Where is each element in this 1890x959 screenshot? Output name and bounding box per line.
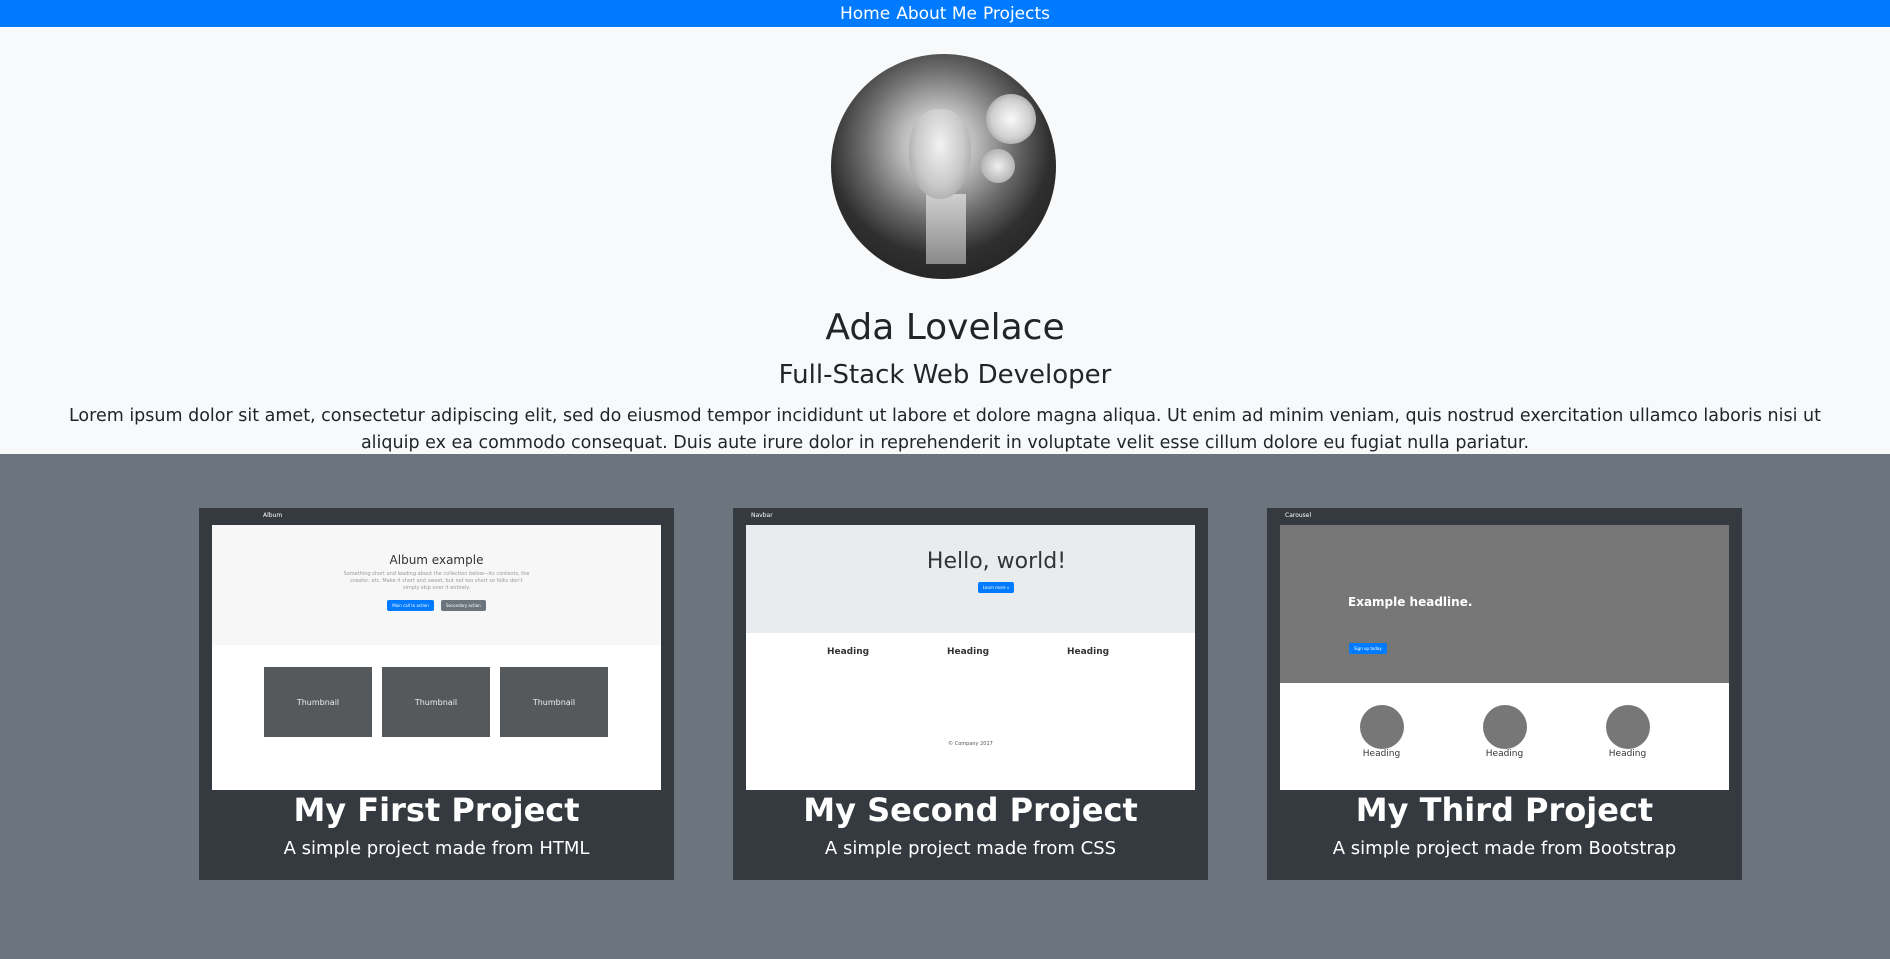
preview-carousel: Example headline. Sign up today [1280,525,1729,683]
project-subtitle: A simple project made from CSS [824,838,1117,859]
preview-topbar: Album [199,508,674,525]
preview-col-heading: Heading [1485,749,1524,759]
project-card-2[interactable]: Navbar Hello, world! Learn more » Headin… [733,508,1208,880]
preview-circles: Heading Heading Heading [1280,683,1729,759]
top-navbar: Home About Me Projects [0,0,1890,27]
preview-thumbnail: Thumbnail [264,667,372,737]
preview-heading: Hello, world! [926,549,1067,574]
preview-button: Sign up today [1349,643,1387,654]
profile-role: Full-Stack Web Developer [778,360,1112,390]
preview-text: Something short and leading about the co… [343,571,530,591]
project-1-screenshot: Album Album example Something short and … [199,508,674,790]
project-3-screenshot: Carousel Example headline. Sign up today… [1267,508,1742,790]
projects-section: Album Album example Something short and … [0,454,1890,959]
preview-columns: Heading Heading Heading [746,633,1195,671]
project-title: My Third Project [1355,791,1654,829]
preview-col-heading: Heading [1066,647,1110,657]
nav-about-link[interactable]: About Me [896,4,977,24]
preview-feature: Heading [1482,705,1527,759]
preview-jumbotron: Album example Something short and leadin… [212,525,661,645]
preview-brand: Carousel [1285,512,1312,519]
preview-brand: Album [263,512,283,519]
preview-col-heading: Heading [946,647,990,657]
preview-brand: Navbar [751,512,773,519]
preview-circle [1482,705,1527,749]
project-subtitle: A simple project made from HTML [283,838,590,859]
preview-jumbotron: Hello, world! Learn more » [746,525,1195,633]
project-2-screenshot: Navbar Hello, world! Learn more » Headin… [733,508,1208,790]
preview-heading: Album example [389,553,484,567]
preview-button: Learn more » [977,582,1015,593]
avatar-face-shape [909,109,971,199]
preview-circle [1359,705,1404,749]
preview-col-heading: Heading [826,647,870,657]
preview-col-heading: Heading [1362,749,1401,759]
preview-pane: Album example Something short and leadin… [212,525,661,790]
preview-primary-button: Main call to action [387,600,434,611]
profile-avatar [831,54,1056,279]
project-title: My Second Project [803,791,1138,829]
nav-projects-link[interactable]: Projects [983,4,1050,24]
preview-topbar: Carousel [1267,508,1742,525]
avatar-neck-shape [926,194,966,264]
preview-col-heading: Heading [1608,749,1647,759]
preview-thumbnail: Thumbnail [382,667,490,737]
avatar-hair-flower [986,94,1036,144]
project-title: My First Project [293,791,580,829]
preview-thumbnails: Thumbnail Thumbnail Thumbnail [264,667,608,737]
profile-bio: Lorem ipsum dolor sit amet, consectetur … [68,406,1821,453]
project-subtitle: A simple project made from Bootstrap [1332,838,1677,859]
avatar-hair-flower-2 [981,149,1015,183]
project-card-3[interactable]: Carousel Example headline. Sign up today… [1267,508,1742,880]
preview-heading: Example headline. [1348,595,1473,609]
project-card-1[interactable]: Album Album example Something short and … [199,508,674,880]
profile-name: Ada Lovelace [825,307,1065,348]
preview-feature: Heading [1605,705,1650,759]
preview-footer: © Company 2017 [948,741,993,747]
about-section: Ada Lovelace Full-Stack Web Developer Lo… [0,27,1890,454]
preview-circle [1605,705,1650,749]
preview-feature: Heading [1359,705,1404,759]
preview-topbar: Navbar [733,508,1208,525]
preview-pane: Example headline. Sign up today Heading … [1280,525,1729,790]
nav-home-link[interactable]: Home [840,4,890,24]
preview-thumbnail: Thumbnail [500,667,608,737]
preview-pane: Hello, world! Learn more » Heading Headi… [746,525,1195,790]
preview-secondary-button: Secondary action [440,600,486,611]
